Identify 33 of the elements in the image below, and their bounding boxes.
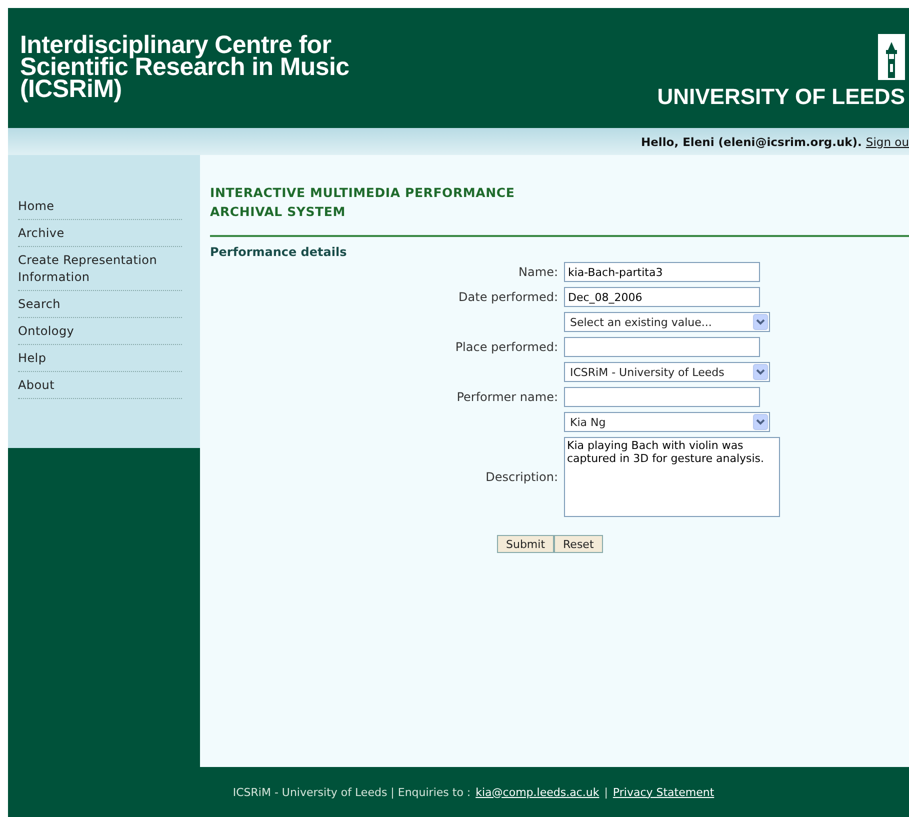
field-label: Performer name: — [456, 390, 559, 404]
text-field[interactable] — [564, 337, 760, 357]
centre-title: Interdisciplinary Centre for Scientific Research in Music (ICSRiM) — [20, 30, 350, 105]
nav-link[interactable]: Home — [18, 193, 182, 220]
text-field[interactable] — [564, 387, 760, 407]
privacy-link[interactable]: Privacy Statement — [612, 786, 714, 798]
dropdown[interactable]: Select an existing value... — [564, 312, 770, 332]
nav-link[interactable]: Help — [18, 345, 182, 372]
university-name: UNIVERSITY OF LEEDS — [657, 84, 905, 110]
nav-link[interactable]: Ontology — [18, 318, 182, 345]
text-field[interactable]: kia-Bach-partita3 — [564, 262, 760, 282]
text-field[interactable]: Dec_08_2006 — [564, 287, 760, 307]
description-field[interactable]: Kia playing Bach with violin was captured in 3D for gesture analysis. — [564, 437, 780, 517]
nav-link[interactable]: About — [18, 372, 182, 399]
page-title: INTERACTIVE MULTIMEDIA PERFORMANCE ARCHIVAL SYSTEM — [210, 183, 909, 237]
section-heading: Performance details — [210, 245, 348, 259]
field-label: Place performed: — [454, 340, 559, 354]
reset-button[interactable]: Reset — [554, 535, 603, 553]
tower-icon — [878, 34, 905, 80]
field-label: Name: — [518, 265, 559, 279]
nav-link[interactable]: Search — [18, 291, 182, 318]
submit-button[interactable]: Submit — [497, 535, 554, 553]
field-label: Date performed: — [458, 290, 559, 304]
email-link[interactable]: kia@comp.leeds.ac.uk — [476, 786, 600, 798]
greeting: Hello, Eleni (eleni@icsrim.org.uk). — [640, 134, 862, 148]
dropdown[interactable]: Kia Ng — [564, 412, 770, 432]
nav-link[interactable]: Archive — [18, 220, 182, 247]
nav-link[interactable]: Create Representation Information — [18, 247, 182, 291]
field-label: Description: — [484, 470, 559, 484]
footer-separator: | — [604, 786, 608, 798]
sign-out-link[interactable]: Sign ou — [866, 134, 909, 148]
footer-text: ICSRiM - University of Leeds | Enquiries to : — [232, 786, 471, 798]
dropdown[interactable]: ICSRiM - University of Leeds — [564, 362, 770, 382]
